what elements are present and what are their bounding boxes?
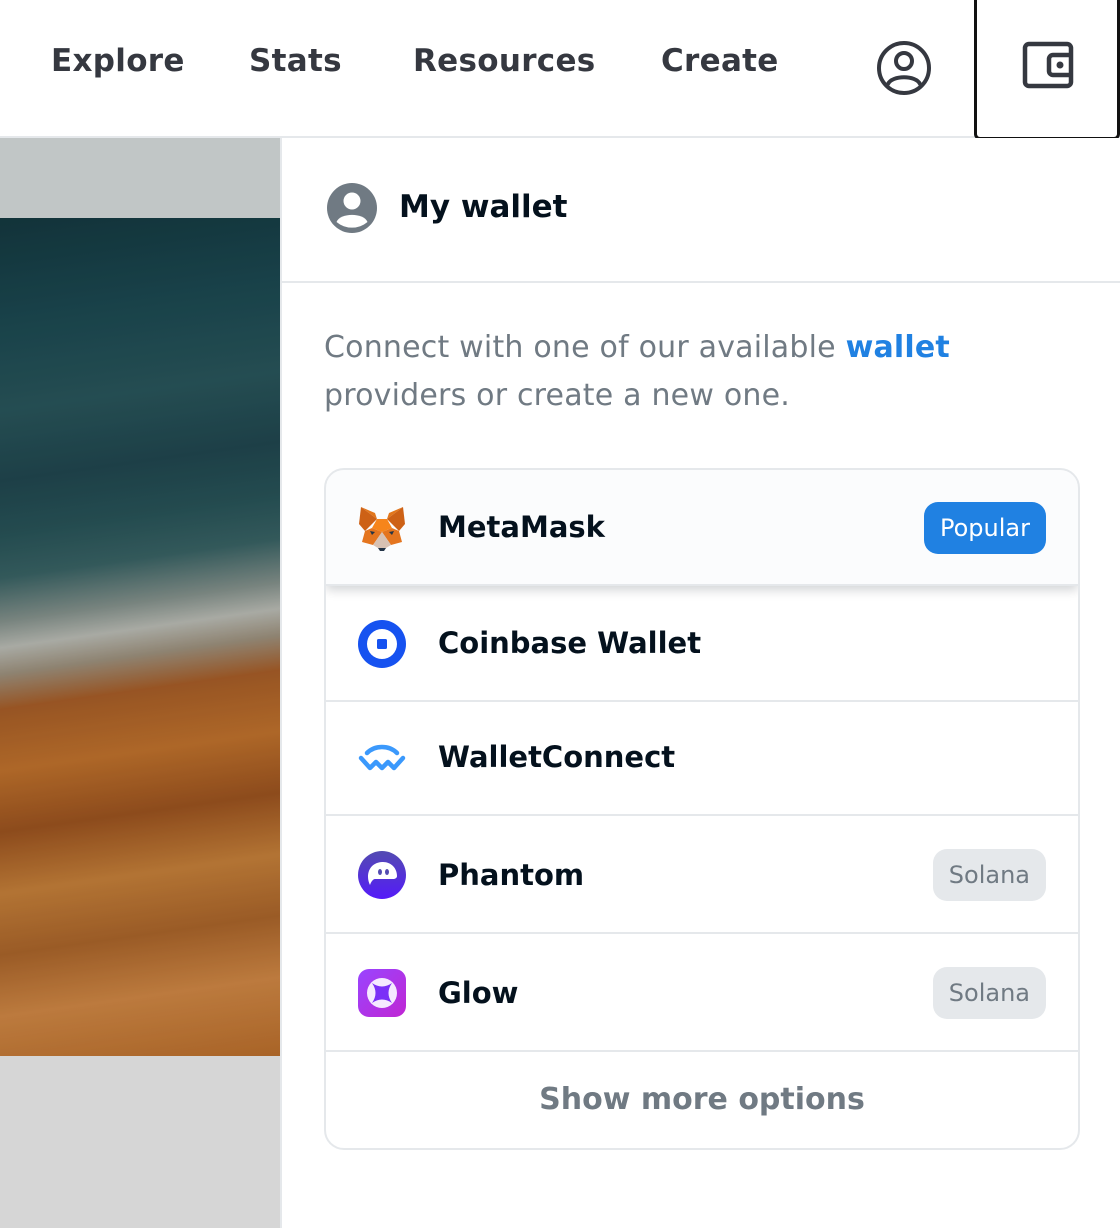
wallet-name: WalletConnect xyxy=(438,740,676,774)
glow-icon xyxy=(358,969,406,1017)
account-icon xyxy=(327,183,377,233)
coinbase-icon xyxy=(358,620,406,668)
drawer-header: My wallet xyxy=(282,138,1120,283)
nav-resources[interactable]: Resources xyxy=(413,43,596,79)
description-text: Connect with one of our available xyxy=(324,330,846,365)
chain-badge: Solana xyxy=(932,967,1046,1019)
wallet-name: Glow xyxy=(438,976,519,1010)
profile-button[interactable] xyxy=(874,38,934,98)
popular-badge: Popular xyxy=(924,502,1046,554)
drawer-description: Connect with one of our available wallet… xyxy=(324,324,1044,420)
wallet-button[interactable] xyxy=(974,0,1120,140)
wallet-drawer: My wallet Connect with one of our availa… xyxy=(280,138,1120,1228)
wallet-option-phantom[interactable]: Phantom Solana xyxy=(326,816,1078,934)
top-navigation: Explore Stats Resources Create xyxy=(0,0,1120,140)
nav-stats[interactable]: Stats xyxy=(249,43,342,79)
wallet-name: Phantom xyxy=(438,858,585,892)
wallet-name: MetaMask xyxy=(438,510,605,544)
show-more-options-button[interactable]: Show more options xyxy=(326,1052,1078,1148)
description-text-end: providers or create a new one. xyxy=(324,378,790,413)
account-circle-icon xyxy=(877,41,931,95)
nav-explore[interactable]: Explore xyxy=(51,43,185,79)
walletconnect-icon xyxy=(358,744,406,771)
wallet-option-walletconnect[interactable]: WalletConnect xyxy=(326,702,1078,816)
wallet-option-coinbase[interactable]: Coinbase Wallet xyxy=(326,586,1078,702)
wallet-option-metamask[interactable]: MetaMask Popular xyxy=(326,470,1078,586)
wallet-provider-list: MetaMask Popular Coinbase Wallet WalletC… xyxy=(324,468,1080,1150)
nav-create[interactable]: Create xyxy=(661,43,779,79)
wallet-help-link[interactable]: wallet xyxy=(846,330,950,365)
wallet-name: Coinbase Wallet xyxy=(438,626,702,660)
chain-badge: Solana xyxy=(932,849,1046,901)
drawer-title: My wallet xyxy=(399,189,568,225)
wallet-option-glow[interactable]: Glow Solana xyxy=(326,934,1078,1052)
phantom-ghost-icon xyxy=(358,851,406,899)
metamask-fox-icon xyxy=(359,507,405,551)
overlay-scrim[interactable] xyxy=(0,138,282,1228)
wallet-icon xyxy=(1022,41,1074,89)
